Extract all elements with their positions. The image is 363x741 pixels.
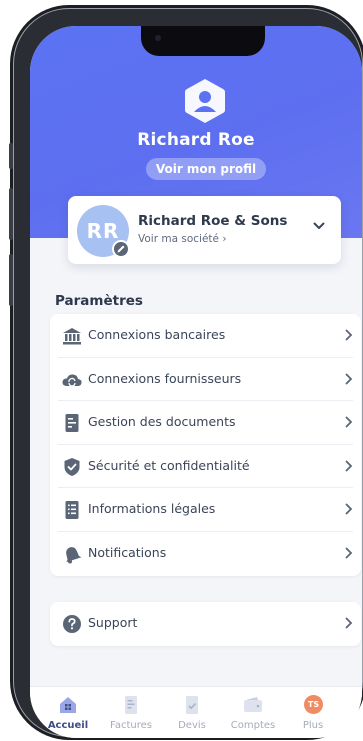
settings-item-legal-information[interactable]: Informations légales [58, 488, 353, 532]
chevron-right-icon [345, 373, 353, 384]
tab-label: Devis [178, 720, 206, 731]
chevron-right-icon [345, 416, 353, 428]
settings-item-label: Gestion des documents [88, 414, 236, 430]
settings-list: Connexions bancaires Connexions fourniss… [50, 314, 361, 576]
tab-plus[interactable]: TS Plus [282, 687, 344, 738]
volume-up-button [9, 188, 13, 240]
tab-devis[interactable]: Devis [161, 687, 223, 738]
user-avatar-badge: TS [304, 695, 323, 714]
notch [141, 26, 265, 56]
settings-item-supplier-connections[interactable]: Connexions fournisseurs [58, 358, 353, 402]
company-name: Richard Roe & Sons [138, 213, 288, 229]
bank-icon [63, 328, 81, 345]
settings-section-title: Paramètres [55, 293, 143, 309]
settings-item-notifications[interactable]: Notifications [58, 532, 353, 576]
app-screen: Richard Roe Voir mon profil RR Richard R… [30, 26, 362, 738]
tab-accueil[interactable]: Accueil [37, 687, 99, 738]
tab-label: Comptes [230, 720, 276, 731]
settings-item-label: Connexions fournisseurs [88, 370, 242, 386]
chevron-down-icon[interactable] [313, 222, 325, 230]
tab-factures[interactable]: Factures [100, 687, 162, 738]
wallet-icon [244, 697, 262, 712]
shield-check-icon [64, 457, 80, 476]
view-profile-button[interactable]: Voir mon profil [146, 158, 266, 180]
settings-item-label: Informations légales [88, 501, 216, 517]
settings-item-label: Notifications [88, 545, 167, 560]
tab-label: Plus [302, 720, 324, 731]
settings-item-label: Sécurité et confidentialité [88, 457, 250, 473]
user-name: Richard Roe [137, 130, 255, 150]
volume-down-button [9, 254, 13, 306]
company-card[interactable]: RR Richard Roe & Sons Voir ma société › [68, 196, 341, 264]
phone-frame: Richard Roe Voir mon profil RR Richard R… [9, 8, 363, 738]
cloud-sync-icon [62, 374, 82, 387]
bottom-tab-bar: Accueil Factures Devis Comptes TS Plus [30, 686, 362, 738]
chevron-right-icon [345, 460, 353, 472]
settings-item-document-management[interactable]: Gestion des documents [58, 401, 353, 445]
tab-label: Factures [110, 720, 152, 731]
support-label: Support [88, 615, 138, 630]
quote-icon [186, 696, 198, 714]
invoice-icon [125, 696, 137, 714]
support-row[interactable]: Support [58, 602, 353, 646]
chevron-right-icon [345, 617, 353, 629]
tab-label: Accueil [47, 720, 89, 731]
help-icon [63, 615, 81, 633]
document-icon [65, 414, 79, 433]
chevron-right-icon [345, 503, 353, 515]
settings-item-security-privacy[interactable]: Sécurité et confidentialité [58, 445, 353, 489]
tab-comptes[interactable]: Comptes [222, 687, 284, 738]
chevron-right-icon [345, 329, 353, 341]
settings-item-bank-connections[interactable]: Connexions bancaires [58, 314, 353, 358]
edit-pencil-icon[interactable] [112, 240, 130, 258]
mute-switch [9, 143, 13, 169]
chevron-right-icon [345, 547, 353, 559]
list-document-icon [65, 501, 79, 520]
settings-item-label: Connexions bancaires [88, 327, 226, 342]
support-item[interactable]: Support [50, 602, 361, 646]
user-icon [185, 79, 225, 123]
view-company-link[interactable]: Voir ma société › [138, 233, 227, 245]
bell-icon [66, 547, 82, 564]
home-icon [60, 697, 76, 713]
